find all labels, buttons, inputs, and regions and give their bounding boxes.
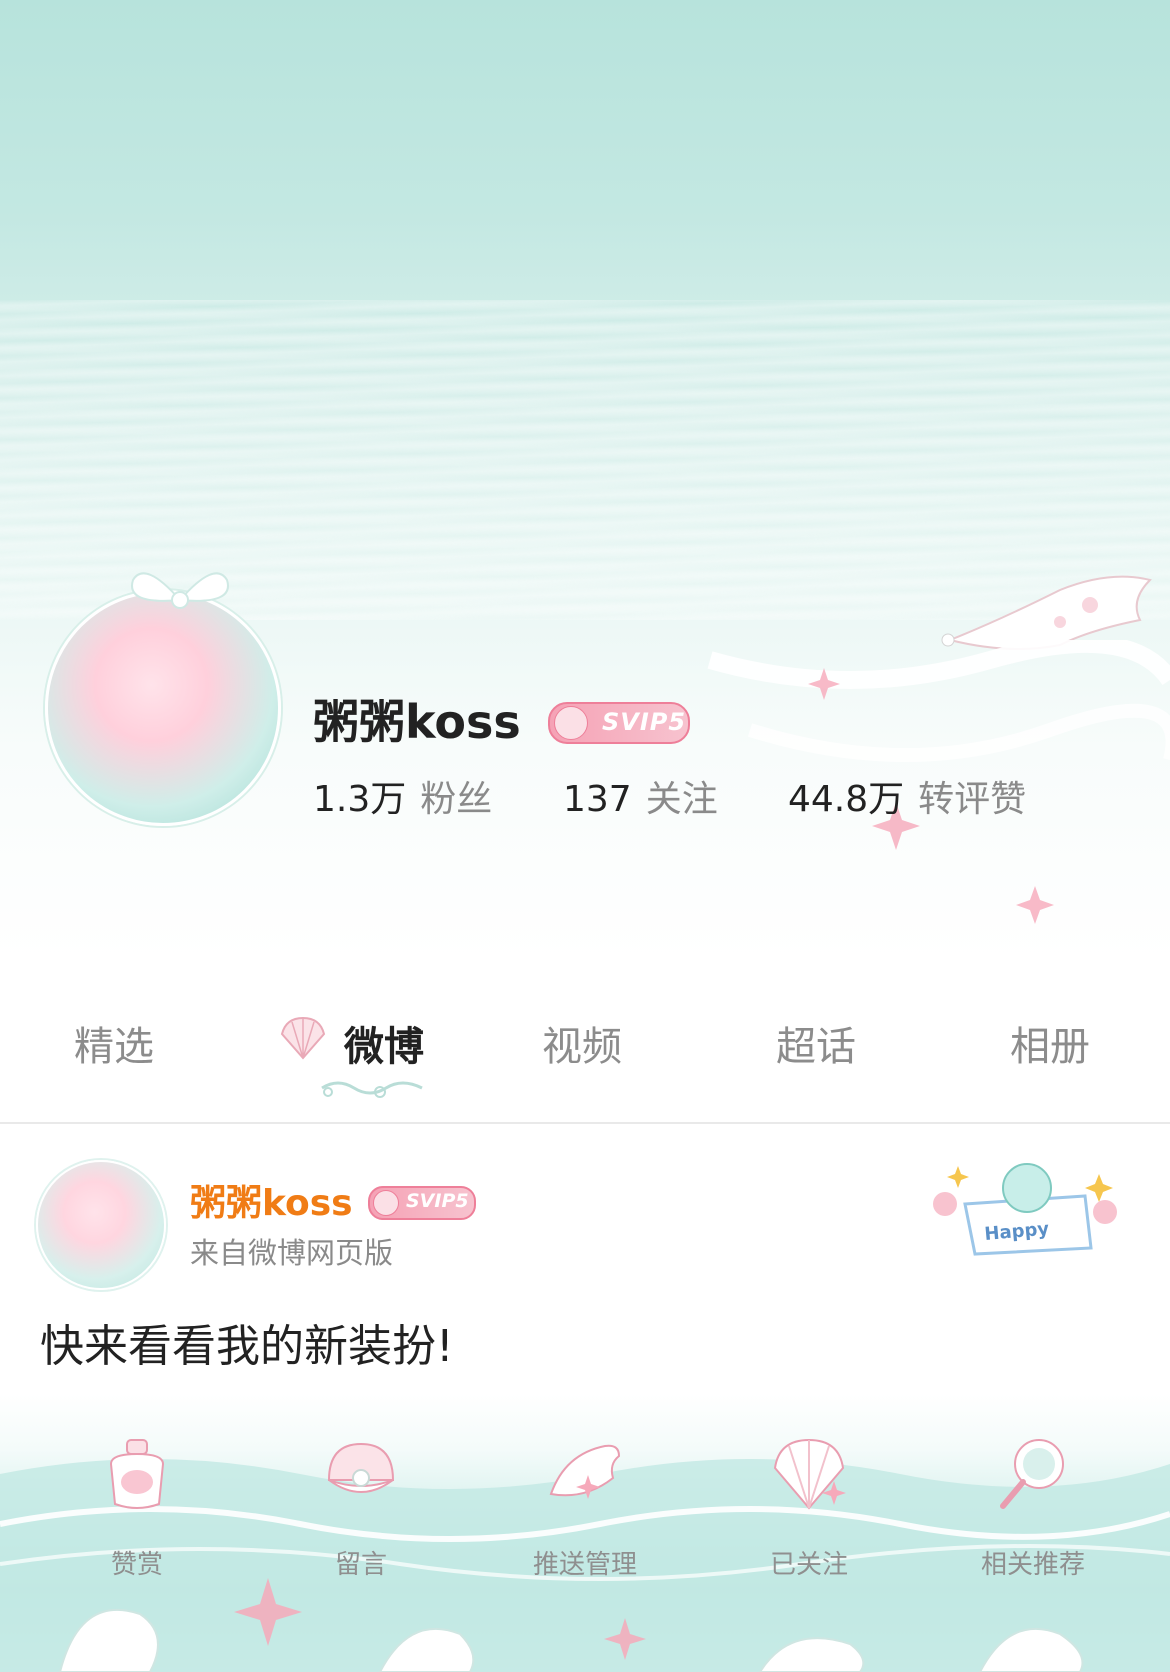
perfume-bottle-icon <box>109 1439 165 1509</box>
stat-value: 137 <box>563 779 632 820</box>
mirror-icon <box>1000 1439 1064 1509</box>
tab-weibo[interactable]: 微博 <box>344 1014 424 1072</box>
stat-followers[interactable]: 1.3万 粉丝 <box>313 770 492 822</box>
shell-pearl-icon <box>327 1442 395 1493</box>
post-author-name[interactable]: 粥粥koss <box>190 1174 353 1226</box>
profile-avatar-frame[interactable] <box>30 570 290 830</box>
nav-label: 相关推荐 <box>980 1550 1085 1580</box>
conch-icon <box>549 1444 621 1499</box>
stat-label: 转评赞 <box>918 779 1027 820</box>
nav-label: 推送管理 <box>532 1550 637 1580</box>
profile-name: 粥粥koss <box>313 695 521 749</box>
stat-following[interactable]: 137 关注 <box>563 770 718 822</box>
tab-super-topic[interactable]: 超话 <box>776 1014 856 1072</box>
post-source: 来自微博网页版 <box>190 1236 394 1270</box>
nav-label: 已关注 <box>769 1550 848 1580</box>
nav-label: 赞赏 <box>110 1550 163 1580</box>
happy-sticker-icon: Happy <box>933 1163 1117 1256</box>
profile-tabs: 精选 微博 视频 超话 相册 <box>0 1000 1170 1120</box>
tab-album[interactable]: 相册 <box>1010 1014 1090 1072</box>
svip-badge[interactable]: SVIP5 <box>548 702 690 744</box>
nav-message[interactable]: 留言 <box>286 1434 436 1580</box>
avatar-badge-icon <box>554 706 588 740</box>
shell-icon <box>280 1016 326 1060</box>
post-svip-badge[interactable]: SVIP5 <box>368 1186 476 1220</box>
post-text: 快来看看我的新装扮! <box>40 1321 454 1372</box>
stat-label: 关注 <box>645 779 718 820</box>
stat-value: 1.3万 <box>313 779 407 820</box>
post-avatar[interactable] <box>36 1160 166 1290</box>
stat-likes[interactable]: 44.8万 转评赞 <box>788 770 1026 822</box>
tab-featured[interactable]: 精选 <box>74 1014 154 1072</box>
svip-badge-label: SVIP5 <box>602 708 687 736</box>
nav-label: 留言 <box>334 1550 387 1580</box>
nav-following[interactable]: 已关注 <box>734 1434 884 1580</box>
scallop-icon <box>773 1438 846 1510</box>
nav-push-settings[interactable]: 推送管理 <box>510 1434 660 1580</box>
bow-icon <box>131 572 229 609</box>
post-card[interactable]: 粥粥koss SVIP5 来自微博网页版 Happy 快来看看我的新装扮! <box>0 1124 1170 1394</box>
tab-video[interactable]: 视频 <box>542 1014 622 1072</box>
svip-badge-label: SVIP5 <box>406 1190 469 1212</box>
bottom-action-bar: 赞赏 留言 推送管理 已关注 相关推荐 <box>0 1394 1170 1672</box>
stat-value: 44.8万 <box>788 779 905 820</box>
avatar-badge-icon <box>373 1190 399 1216</box>
nav-reward[interactable]: 赞赏 <box>62 1434 212 1580</box>
nav-recommended[interactable]: 相关推荐 <box>958 1434 1108 1580</box>
stat-label: 粉丝 <box>420 779 493 820</box>
tab-active-indicator <box>321 1081 423 1098</box>
